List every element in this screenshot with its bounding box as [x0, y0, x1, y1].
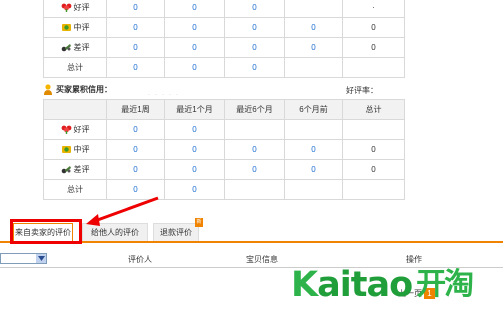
filter-select[interactable] — [0, 253, 47, 264]
col-item-info: 宝贝信息 — [246, 255, 278, 264]
chevron-down-icon[interactable] — [36, 254, 46, 263]
col-action: 操作 — [406, 255, 422, 264]
kaitao-watermark-logo: Kaitao 开淘 — [291, 265, 474, 305]
col-reviewer: 评价人 — [128, 255, 152, 264]
